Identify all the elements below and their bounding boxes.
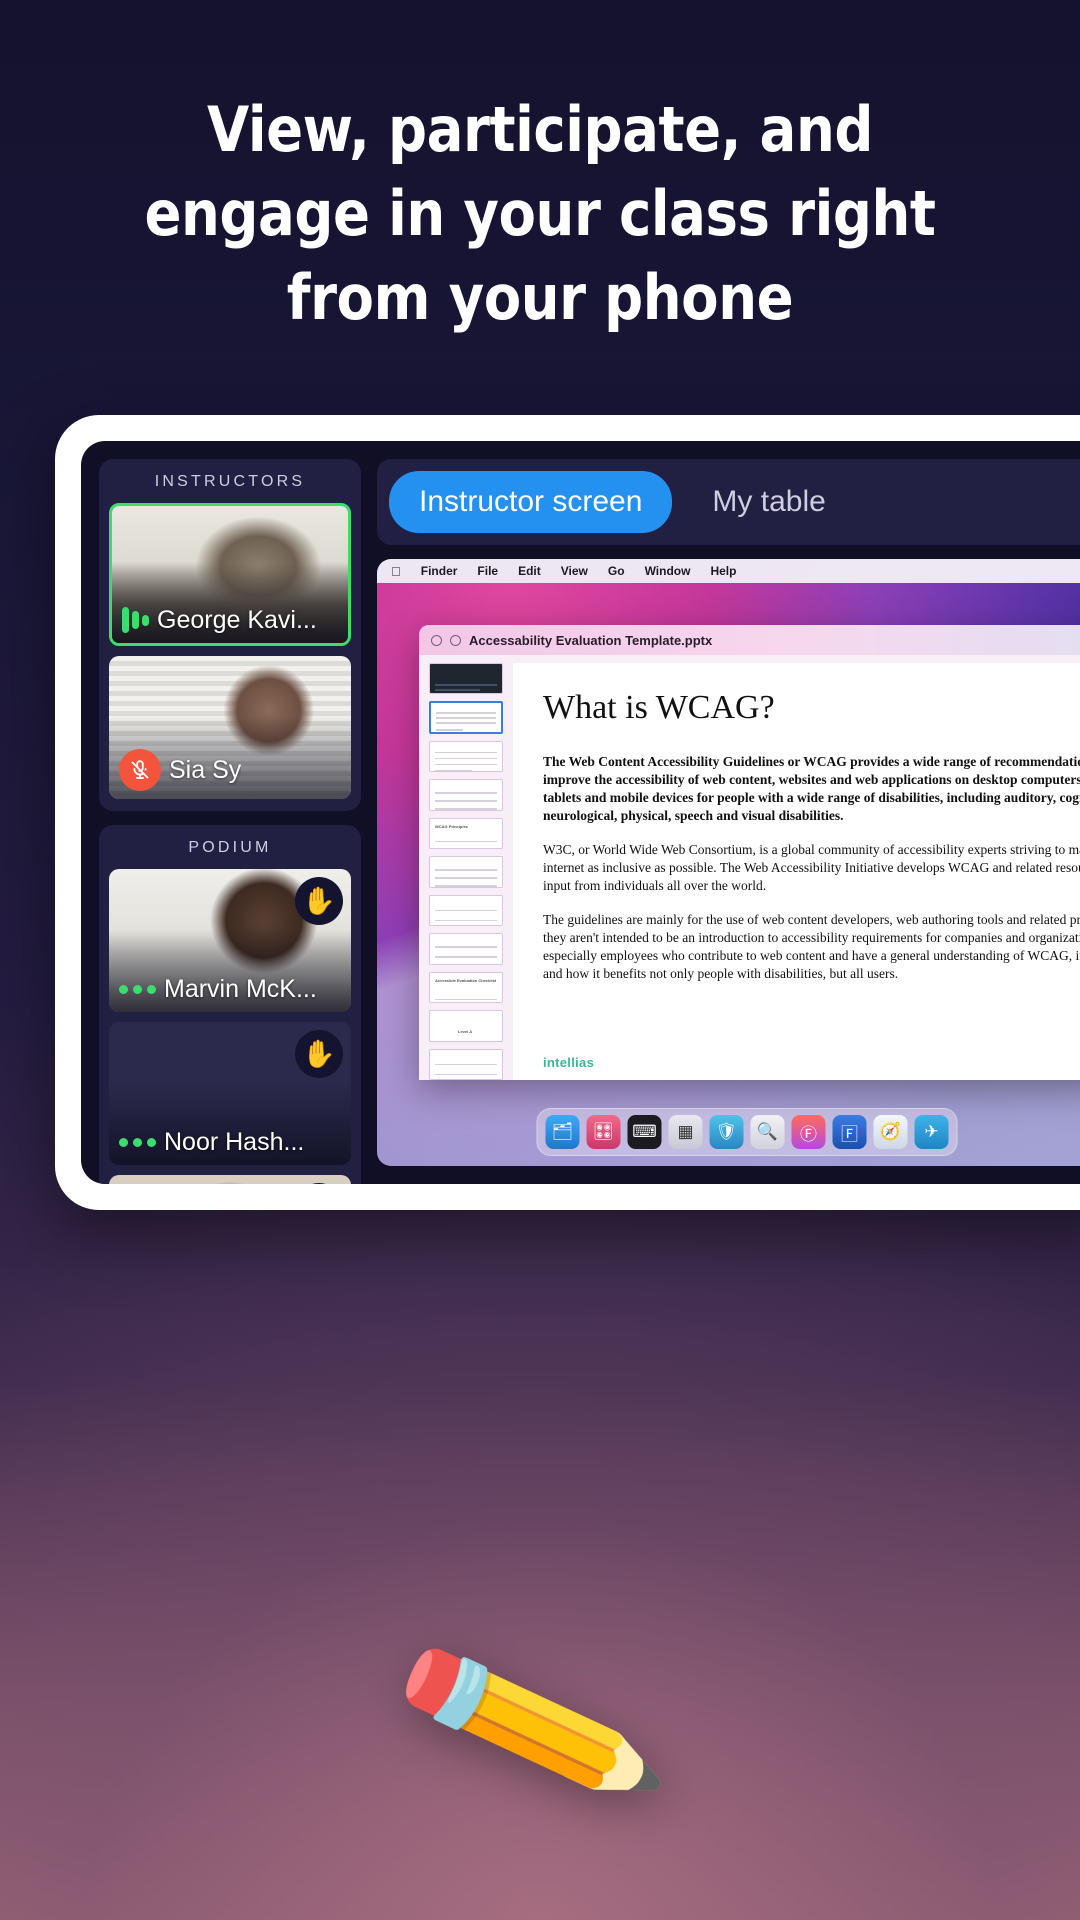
shared-screen-view[interactable]:  Finder File Edit View Go Window Help A… — [377, 559, 1080, 1166]
slide-thumbnail-list[interactable]: WCAG Principles Accessible Evaluation Ch… — [429, 663, 503, 1080]
tile-label-row: Noor Hash... — [119, 1127, 343, 1157]
thumbnail-label: Accessible Evaluation Checklist — [435, 977, 497, 983]
tab-instructor-screen[interactable]: Instructor screen — [389, 471, 673, 533]
slide-paragraph-1: The Web Content Accessibility Guidelines… — [543, 754, 1080, 823]
participant-name: Marvin McK... — [164, 975, 317, 1003]
thumbnail-label: WCAG Principles — [435, 823, 468, 829]
close-icon[interactable] — [431, 634, 442, 646]
slide-canvas[interactable]: What is WCAG? The Web Content Accessibil… — [513, 663, 1080, 1080]
slide-paragraph-3: The guidelines are mainly for the use of… — [543, 912, 1080, 981]
raised-hand-icon[interactable]: ✋ — [295, 1030, 343, 1078]
dock-icon-settings[interactable]: 🎛 — [586, 1115, 621, 1149]
connection-dots-icon — [119, 984, 156, 994]
tablet-screen: INSTRUCTORS George Kavi... Sia Sy PODIUM… — [81, 441, 1080, 1184]
slide-thumbnail[interactable] — [429, 701, 503, 734]
participant-name: Noor Hash... — [164, 1128, 305, 1156]
dock-icon-framer[interactable]: 🄵 — [832, 1115, 867, 1149]
participant-tile-noor[interactable]: ✋ Noor Hash... — [109, 1022, 351, 1165]
powerpoint-body: WCAG Principles Accessible Evaluation Ch… — [419, 655, 1080, 1080]
dock-icon-launchpad[interactable]: ▦ — [668, 1115, 703, 1149]
participant-tile-sia[interactable]: Sia Sy — [109, 656, 351, 799]
tile-label-row: George Kavi... — [122, 605, 340, 635]
tile-label-row: Sia Sy — [119, 749, 343, 791]
slide-thumbnail[interactable] — [429, 779, 503, 811]
dock-icon-security[interactable]: 🛡 — [709, 1115, 744, 1149]
podium-panel: PODIUM ✋ Marvin McK... ✋ Noor Hash... — [99, 825, 361, 1184]
slide-thumbnail[interactable] — [429, 933, 503, 965]
menu-item-finder[interactable]: Finder — [421, 564, 458, 578]
slide-thumbnail[interactable] — [429, 740, 503, 773]
mac-dock[interactable]: 🗂 🎛 ⌨ ▦ 🛡 🔍 Ⓕ 🄵 🧭 ✈ — [536, 1108, 958, 1156]
slide-brand-logo: intellias — [543, 1055, 595, 1070]
thumbnail-label: Level A — [458, 1029, 473, 1035]
page-title: View, participate, and engage in your cl… — [144, 93, 936, 334]
powerpoint-window-title: Accessability Evaluation Template.pptx — [469, 632, 713, 648]
participant-tile-george[interactable]: George Kavi... — [109, 503, 351, 646]
slide-thumbnail[interactable]: Accessible Evaluation Checklist — [429, 971, 503, 1004]
tile-label-row: Marvin McK... — [119, 974, 343, 1004]
participant-name: George Kavi... — [157, 606, 317, 634]
apple-logo-icon[interactable]:  — [391, 564, 401, 579]
connection-dots-icon — [119, 1137, 156, 1147]
participant-name: Sia Sy — [169, 756, 242, 784]
powerpoint-window[interactable]: Accessability Evaluation Template.pptx W… — [419, 625, 1080, 1080]
audio-level-icon — [122, 607, 149, 633]
dock-icon-figma[interactable]: Ⓕ — [791, 1115, 826, 1149]
slide-thumbnail[interactable]: Level A — [429, 1010, 503, 1042]
tablet-device-frame: INSTRUCTORS George Kavi... Sia Sy PODIUM… — [55, 415, 1080, 1210]
slide-heading: What is WCAG? — [543, 689, 775, 726]
menu-item-edit[interactable]: Edit — [518, 564, 541, 578]
mac-menubar:  Finder File Edit View Go Window Help — [377, 559, 1080, 583]
mac-desktop: Accessability Evaluation Template.pptx W… — [377, 583, 1080, 1166]
menu-item-go[interactable]: Go — [608, 564, 625, 578]
dock-icon-search[interactable]: 🔍 — [750, 1115, 785, 1149]
dock-icon-safari[interactable]: 🧭 — [873, 1115, 908, 1149]
slide-thumbnail[interactable] — [429, 856, 503, 888]
slide-paragraph-2: W3C, or World Wide Web Consortium, is a … — [543, 842, 1080, 893]
participant-tile-3[interactable]: ✋ — [109, 1175, 351, 1184]
slide-thumbnail[interactable] — [429, 663, 503, 695]
participant-tile-marvin[interactable]: ✋ Marvin McK... — [109, 869, 351, 1012]
raised-hand-icon[interactable]: ✋ — [295, 877, 343, 925]
tab-my-table[interactable]: My table — [682, 471, 855, 533]
slide-thumbnail[interactable] — [429, 1048, 503, 1080]
stage-column: Instructor screen My table  Finder File… — [377, 459, 1080, 1166]
menu-item-file[interactable]: File — [477, 564, 498, 578]
menu-item-help[interactable]: Help — [710, 564, 736, 578]
stage-tabs: Instructor screen My table — [377, 459, 1080, 545]
participants-column: INSTRUCTORS George Kavi... Sia Sy PODIUM… — [99, 459, 361, 1184]
slide-thumbnail[interactable] — [429, 894, 503, 927]
menu-item-window[interactable]: Window — [645, 564, 691, 578]
dock-icon-terminal[interactable]: ⌨ — [627, 1115, 662, 1149]
instructors-panel-title: INSTRUCTORS — [154, 473, 306, 490]
slide-thumbnail[interactable]: WCAG Principles — [429, 817, 503, 850]
dock-icon-finder[interactable]: 🗂 — [545, 1115, 580, 1149]
podium-panel-title: PODIUM — [188, 839, 272, 856]
dock-icon-telegram[interactable]: ✈ — [914, 1115, 949, 1149]
instructors-panel: INSTRUCTORS George Kavi... Sia Sy — [99, 459, 361, 811]
mic-muted-icon[interactable] — [119, 749, 161, 791]
powerpoint-titlebar: Accessability Evaluation Template.pptx — [419, 625, 1080, 655]
minimize-icon[interactable] — [450, 634, 461, 646]
menu-item-view[interactable]: View — [561, 564, 588, 578]
